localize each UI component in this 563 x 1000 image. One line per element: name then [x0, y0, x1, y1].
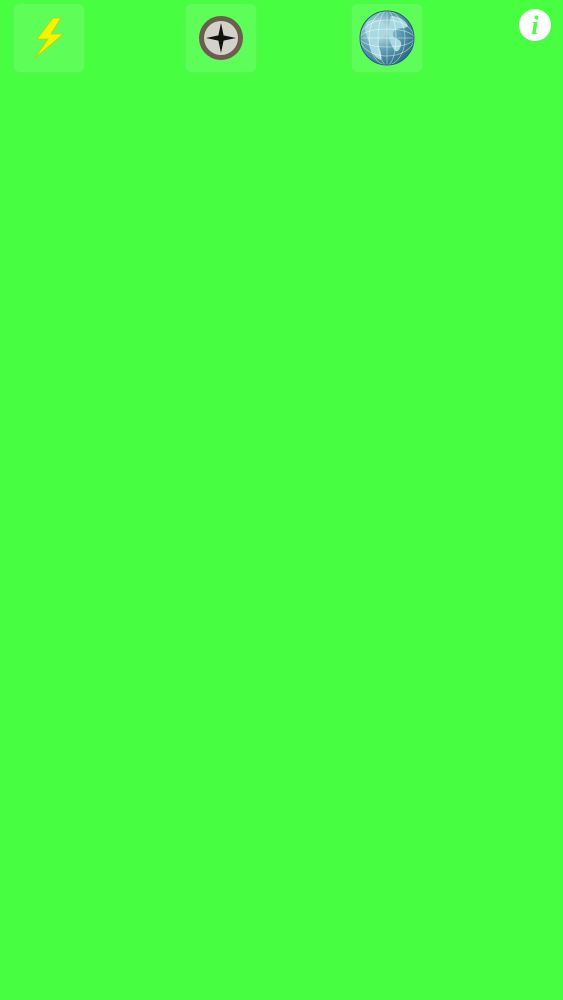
globe-icon [359, 10, 415, 66]
lightning-bolt-icon [34, 17, 65, 59]
top-toolbar: i [0, 0, 563, 80]
compass-icon [199, 16, 243, 60]
flash-button[interactable] [13, 3, 85, 73]
app-screen: i [0, 0, 563, 1000]
info-letter: i [531, 11, 539, 40]
compass-button[interactable] [185, 3, 257, 73]
globe-button[interactable] [351, 3, 423, 73]
info-icon: i [519, 9, 551, 41]
info-button[interactable]: i [517, 7, 553, 43]
